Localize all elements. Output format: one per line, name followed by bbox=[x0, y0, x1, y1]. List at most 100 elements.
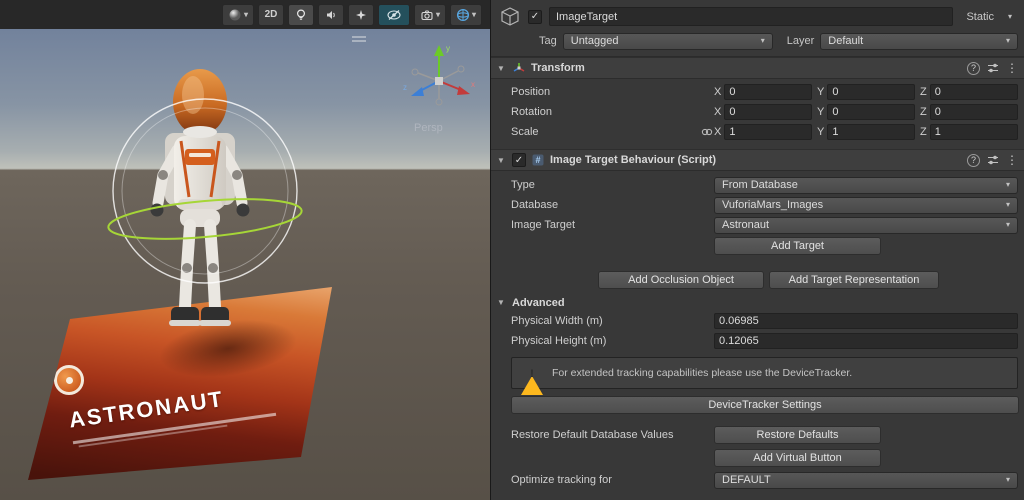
gizmos-button[interactable]: ▾ bbox=[450, 4, 482, 26]
transform-component-header[interactable]: ▼ Transform ? ⋮ bbox=[491, 57, 1024, 79]
scene-viewport[interactable]: ASTRONAUT bbox=[0, 29, 490, 500]
foldout-icon[interactable]: ▼ bbox=[495, 156, 507, 165]
position-x-field[interactable] bbox=[724, 84, 812, 100]
database-label: Database bbox=[511, 199, 714, 211]
scene-visibility-button[interactable] bbox=[378, 4, 410, 26]
script-icon: # bbox=[531, 153, 545, 167]
physical-height-label: Physical Height (m) bbox=[511, 335, 714, 347]
image-target-behaviour-header[interactable]: ▼ ✓ # Image Target Behaviour (Script) ? … bbox=[491, 149, 1024, 171]
effects-star-icon bbox=[354, 8, 368, 22]
presets-icon[interactable] bbox=[987, 154, 999, 166]
light-bulb-icon bbox=[294, 8, 308, 22]
2d-label: 2D bbox=[265, 9, 278, 20]
database-row: Database VuforiaMars_Images ▾ bbox=[491, 195, 1024, 215]
foldout-icon[interactable]: ▼ bbox=[495, 64, 507, 73]
restore-defaults-button[interactable]: Restore Defaults bbox=[714, 426, 881, 444]
scale-y-field[interactable] bbox=[827, 124, 915, 140]
gameobject-name-field[interactable] bbox=[549, 7, 953, 26]
tag-label: Tag bbox=[539, 35, 557, 47]
add-target-button[interactable]: Add Target bbox=[714, 237, 881, 255]
projection-mode-label[interactable]: Persp bbox=[414, 122, 443, 134]
x-axis-label: X bbox=[714, 126, 721, 138]
warning-text: For extended tracking capabilities pleas… bbox=[552, 367, 852, 379]
physical-width-row: Physical Width (m) bbox=[491, 311, 1024, 331]
axis-y-label: y bbox=[446, 44, 450, 53]
static-label: Static bbox=[966, 11, 994, 23]
caret-down-icon: ▾ bbox=[1006, 181, 1010, 189]
type-row: Type From Database ▾ bbox=[491, 175, 1024, 195]
position-z-field[interactable] bbox=[930, 84, 1018, 100]
orientation-gizmo[interactable]: y x z bbox=[398, 37, 480, 121]
caret-down-icon: ▾ bbox=[1006, 37, 1010, 45]
link-scale-icon[interactable] bbox=[701, 126, 713, 138]
tracking-warning-box: ! For extended tracking capabilities ple… bbox=[511, 357, 1018, 389]
help-icon[interactable]: ? bbox=[967, 154, 980, 167]
advanced-label: Advanced bbox=[512, 297, 565, 309]
tag-value: Untagged bbox=[571, 35, 755, 47]
database-dropdown[interactable]: VuforiaMars_Images ▾ bbox=[714, 197, 1018, 214]
image-target-dropdown[interactable]: Astronaut ▾ bbox=[714, 217, 1018, 234]
rotation-y-field[interactable] bbox=[827, 104, 915, 120]
scale-row: Scale X Y Z bbox=[491, 122, 1024, 142]
physical-width-label: Physical Width (m) bbox=[511, 315, 714, 327]
optimize-tracking-value: DEFAULT bbox=[722, 474, 1000, 486]
camera-icon bbox=[420, 8, 434, 22]
type-dropdown[interactable]: From Database ▾ bbox=[714, 177, 1018, 194]
add-target-representation-button[interactable]: Add Target Representation bbox=[769, 271, 939, 289]
layer-dropdown[interactable]: Default ▾ bbox=[820, 33, 1018, 50]
transform-title: Transform bbox=[531, 62, 962, 74]
scene-lighting-button[interactable] bbox=[288, 4, 314, 26]
shaded-sphere-icon bbox=[228, 8, 242, 22]
caret-down-icon: ▾ bbox=[244, 11, 248, 19]
warning-icon: ! bbox=[521, 364, 543, 383]
axis-x-label: x bbox=[471, 80, 475, 89]
foldout-icon: ▼ bbox=[495, 298, 507, 307]
physical-width-field[interactable] bbox=[714, 313, 1018, 329]
position-label: Position bbox=[511, 86, 699, 98]
caret-down-icon: ▾ bbox=[1006, 221, 1010, 229]
check-icon: ✓ bbox=[531, 11, 539, 22]
component-enabled-checkbox[interactable]: ✓ bbox=[512, 153, 526, 167]
overlay-menu-icon[interactable] bbox=[352, 36, 366, 44]
add-virtual-button[interactable]: Add Virtual Button bbox=[714, 449, 881, 467]
image-target-value: Astronaut bbox=[722, 219, 1000, 231]
2d-toggle-button[interactable]: 2D bbox=[258, 4, 284, 26]
devicetracker-settings-button[interactable]: DeviceTracker Settings bbox=[511, 396, 1019, 414]
speaker-icon bbox=[324, 8, 338, 22]
optimize-tracking-dropdown[interactable]: DEFAULT ▾ bbox=[714, 472, 1018, 489]
caret-down-icon: ▾ bbox=[1008, 13, 1012, 21]
poster-badge-icon bbox=[54, 365, 84, 395]
position-row: Position X Y Z bbox=[491, 82, 1024, 102]
image-target-row: Image Target Astronaut ▾ bbox=[491, 215, 1024, 235]
add-occlusion-object-button[interactable]: Add Occlusion Object bbox=[598, 271, 764, 289]
help-icon[interactable]: ? bbox=[967, 62, 980, 75]
scene-audio-button[interactable] bbox=[318, 4, 344, 26]
static-dropdown[interactable]: Static ▾ bbox=[966, 11, 1012, 23]
svg-text:#: # bbox=[535, 155, 540, 165]
physical-height-field[interactable] bbox=[714, 333, 1018, 349]
position-y-field[interactable] bbox=[827, 84, 915, 100]
inspector-panel: ✓ Static ▾ Tag Untagged ▾ Layer Default … bbox=[490, 0, 1024, 500]
scale-z-field[interactable] bbox=[930, 124, 1018, 140]
rotation-row: Rotation X Y Z bbox=[491, 102, 1024, 122]
rotation-x-field[interactable] bbox=[724, 104, 812, 120]
z-axis-label: Z bbox=[920, 86, 927, 98]
advanced-foldout[interactable]: ▼ Advanced bbox=[491, 294, 1024, 311]
effects-button[interactable] bbox=[348, 4, 374, 26]
caret-down-icon: ▾ bbox=[1006, 201, 1010, 209]
camera-settings-button[interactable]: ▾ bbox=[414, 4, 446, 26]
caret-down-icon: ▾ bbox=[436, 11, 440, 19]
scale-x-field[interactable] bbox=[724, 124, 812, 140]
database-value: VuforiaMars_Images bbox=[722, 199, 1000, 211]
shading-mode-button[interactable]: ▾ bbox=[222, 4, 254, 26]
presets-icon[interactable] bbox=[987, 62, 999, 74]
gameobject-header: ✓ Static ▾ Tag Untagged ▾ Layer Default … bbox=[491, 0, 1024, 57]
more-menu-icon[interactable]: ⋮ bbox=[1006, 61, 1018, 75]
more-menu-icon[interactable]: ⋮ bbox=[1006, 153, 1018, 167]
gameobject-active-checkbox[interactable]: ✓ bbox=[528, 10, 542, 24]
rotation-z-field[interactable] bbox=[930, 104, 1018, 120]
caret-down-icon: ▾ bbox=[472, 11, 476, 19]
tag-dropdown[interactable]: Untagged ▾ bbox=[563, 33, 773, 50]
restore-defaults-label: Restore Default Database Values bbox=[511, 429, 714, 441]
y-axis-label: Y bbox=[817, 86, 824, 98]
